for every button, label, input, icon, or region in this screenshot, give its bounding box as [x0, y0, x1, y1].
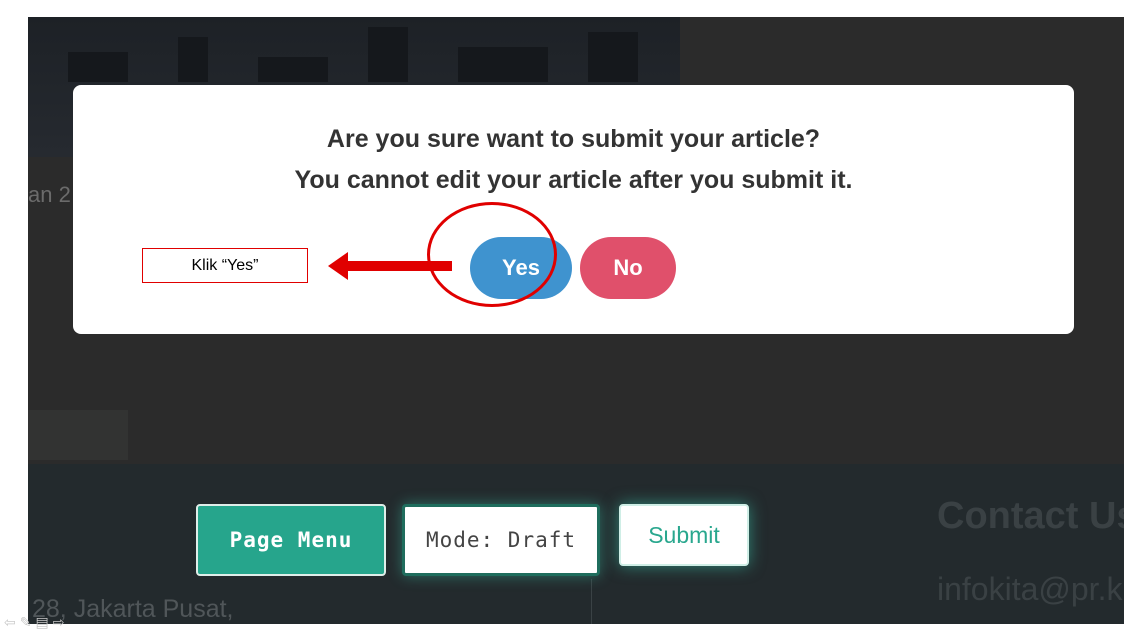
- menu-icon[interactable]: ▤: [35, 614, 52, 630]
- next-icon[interactable]: ⇨: [53, 614, 69, 630]
- left-arrow-icon: [328, 252, 452, 280]
- page-menu-button[interactable]: Page Menu: [196, 504, 386, 576]
- mode-draft-button[interactable]: Mode: Draft: [402, 504, 600, 576]
- contact-title: Contact Us: [937, 495, 1124, 537]
- contact-email[interactable]: infokita@pr.k: [937, 571, 1122, 608]
- dialog-warning: You cannot edit your article after you s…: [294, 166, 853, 194]
- background-block: [28, 410, 128, 460]
- app-screen: an 2 Page Menu Mode: Draft Submit Contac…: [28, 17, 1124, 624]
- submit-button[interactable]: Submit: [619, 504, 749, 566]
- confirm-dialog: Are you sure want to submit your article…: [73, 85, 1074, 334]
- edit-icon[interactable]: ✎: [20, 614, 36, 630]
- no-button[interactable]: No: [580, 237, 676, 299]
- footer-divider: [591, 579, 592, 624]
- dialog-question: Are you sure want to submit your article…: [326, 125, 821, 153]
- prev-icon[interactable]: ⇦: [4, 614, 20, 630]
- instruction-callout: Klik “Yes”: [142, 248, 308, 283]
- background-partial-text: an 2: [28, 182, 71, 207]
- slide-navigation: ⇦✎▤⇨: [4, 614, 68, 631]
